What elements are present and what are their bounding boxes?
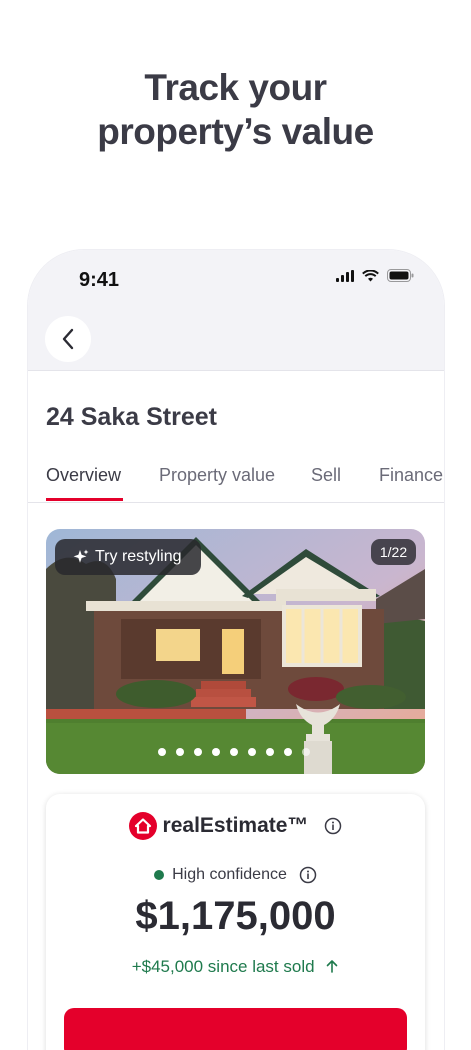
tab-bar: Overview Property value Sell Finance — [28, 460, 444, 503]
headline: Track your property’s value — [0, 66, 471, 154]
confidence-label: High confidence — [172, 866, 287, 883]
arrow-up-icon — [326, 960, 338, 973]
carousel-dot[interactable] — [248, 748, 256, 756]
info-icon[interactable] — [324, 817, 342, 835]
brand-name: realEstimate™ — [162, 814, 309, 837]
app-header: 9:41 — [28, 250, 444, 371]
carousel-dot[interactable] — [230, 748, 238, 756]
try-restyling-label: Try restyling — [95, 548, 182, 565]
info-icon[interactable] — [299, 866, 317, 884]
carousel-dots — [158, 748, 310, 756]
since-sold-row: +$45,000 since last sold — [46, 957, 425, 977]
battery-icon — [387, 269, 414, 282]
chevron-left-icon — [62, 328, 74, 350]
estimated-price: $1,175,000 — [135, 894, 336, 938]
headline-line-2: property’s value — [97, 111, 374, 152]
carousel-dot[interactable] — [266, 748, 274, 756]
photo-counter: 1/22 — [371, 539, 416, 565]
carousel-dot[interactable] — [284, 748, 292, 756]
brand-row: realEstimate™ — [46, 812, 425, 840]
phone-frame: 9:41 24 Saka Street Overview Property va… — [28, 250, 444, 1050]
valuation-card: realEstimate™ High confidence $1,175,000… — [46, 794, 425, 1050]
realestimate-logo-icon — [128, 812, 157, 840]
tab-property-value[interactable]: Property value — [159, 465, 275, 486]
carousel-dot[interactable] — [194, 748, 202, 756]
confidence-dot — [154, 870, 165, 880]
tab-finance[interactable]: Finance — [379, 465, 443, 486]
carousel-dot[interactable] — [302, 748, 310, 756]
status-icons — [336, 269, 414, 282]
tab-overview[interactable]: Overview — [46, 465, 121, 486]
back-button[interactable] — [45, 316, 91, 362]
status-time: 9:41 — [79, 269, 120, 291]
carousel-dot[interactable] — [212, 748, 220, 756]
wifi-icon — [362, 269, 379, 281]
carousel-dot[interactable] — [158, 748, 166, 756]
try-restyling-button[interactable]: Try restyling — [55, 539, 201, 575]
sparkles-icon — [73, 549, 89, 563]
property-address: 24 Saka Street — [46, 403, 217, 431]
property-photo[interactable]: Try restyling 1/22 — [46, 529, 425, 774]
active-tab-indicator — [46, 498, 123, 501]
signal-icon — [336, 269, 354, 282]
since-sold-text: +$45,000 since last sold — [131, 957, 315, 976]
carousel-dot[interactable] — [176, 748, 184, 756]
headline-line-1: Track your — [144, 67, 327, 108]
primary-cta-button[interactable] — [64, 1008, 407, 1050]
tab-sell[interactable]: Sell — [311, 465, 341, 486]
confidence-row: High confidence — [46, 866, 425, 884]
